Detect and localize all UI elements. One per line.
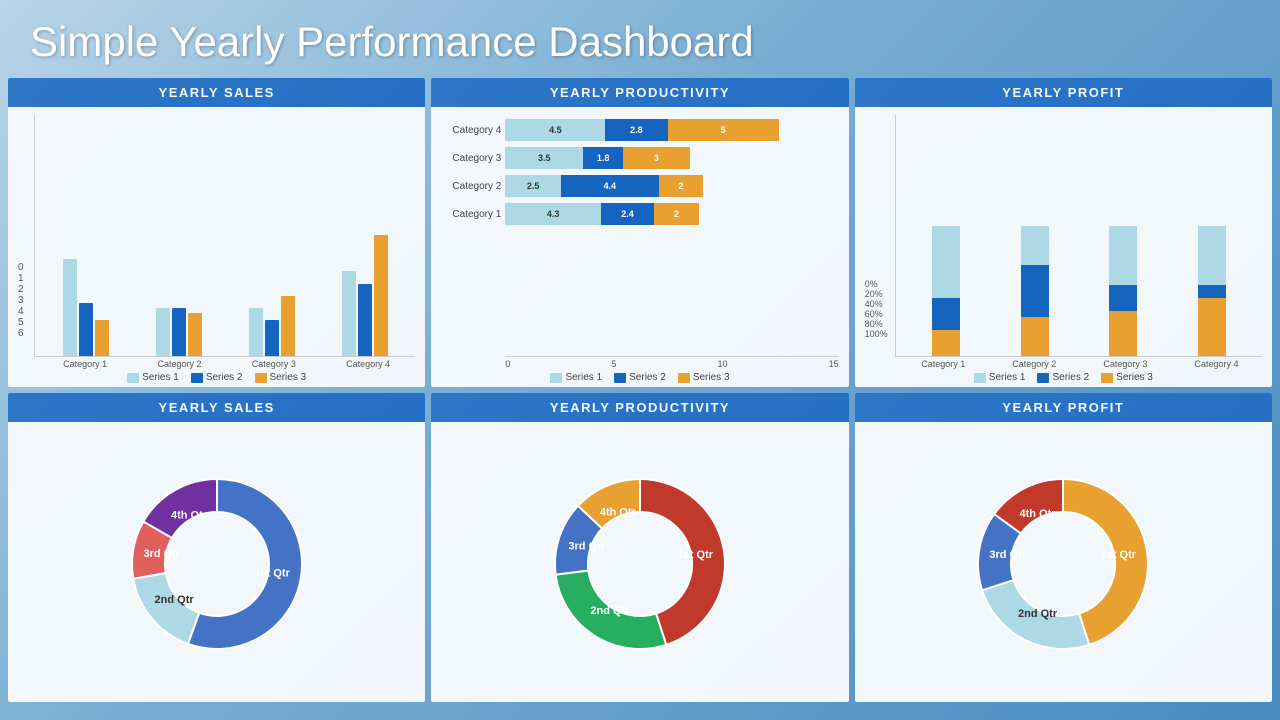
profit-seg-s2: [1021, 265, 1049, 317]
panel-header-productivity-donut: YEARLY PRODUCTIVITY: [431, 393, 848, 422]
bar-s3-cat2: [281, 296, 295, 356]
hbar-seg-hs2: 4.4: [561, 175, 659, 197]
panel-yearly-sales-bar: YEARLY SALES 6543210 Category 1 Category…: [8, 78, 425, 387]
profit-bars: [895, 115, 1262, 357]
hbar-seg-hs1: 4.5: [505, 119, 605, 141]
hbar-row-2: Category 22.54.42: [441, 175, 838, 197]
bar-group: [249, 296, 295, 356]
profit-bar-col-1: [1021, 226, 1049, 356]
donut-profit: 1st Qtr 2nd Qtr 3rd Qtr 4th Qtr: [953, 454, 1173, 674]
bar-s2-cat2: [265, 320, 279, 356]
profit-bar-col-3: [1198, 226, 1226, 356]
hbar-seg-hs3: 2: [659, 175, 703, 197]
svg-text:1st Qtr: 1st Qtr: [678, 549, 714, 561]
profit-seg-s2: [932, 298, 960, 331]
bar-s2-cat1: [172, 308, 186, 356]
hbar-seg-hs3: 2: [654, 203, 698, 225]
profit-seg-s1: [1021, 226, 1049, 265]
svg-text:1st Qtr: 1st Qtr: [1101, 549, 1137, 561]
svg-text:4th Qtr: 4th Qtr: [171, 509, 208, 521]
hbar-seg-hs1: 3.5: [505, 147, 583, 169]
hbar-seg-hs2: 2.8: [605, 119, 667, 141]
panel-header-profit-donut: YEARLY PROFIT: [855, 393, 1272, 422]
svg-text:3rd Qtr: 3rd Qtr: [143, 548, 180, 560]
panel-header-profit: YEARLY PROFIT: [855, 78, 1272, 107]
hbar-row-1: Category 33.51.83: [441, 147, 838, 169]
profit-bar-col-0: [932, 226, 960, 356]
panel-yearly-profit-donut: YEARLY PROFIT 1st Qtr 2nd Qtr 3rd Qtr 4th Q…: [855, 393, 1272, 702]
hbar-seg-hs3: 3: [623, 147, 690, 169]
bar-groups-sales: [34, 115, 415, 357]
y-axis-labels-sales: 6543210: [18, 262, 34, 357]
donut-area-productivity: 1st Qtr 2nd Qtr 3rd Qtr 4th Qtr: [441, 430, 838, 698]
profit-x-labels: Category 1 Category 2 Category 3 Categor…: [865, 359, 1262, 369]
profit-bar-col-2: [1109, 226, 1137, 356]
svg-text:2nd Qtr: 2nd Qtr: [1018, 608, 1058, 620]
panel-yearly-productivity-hbar: YEARLY PRODUCTIVITY Category 44.52.85Cat…: [431, 78, 848, 387]
panel-yearly-profit-stacked: YEARLY PROFIT 100%80%60%40%20%0% Categor…: [855, 78, 1272, 387]
svg-text:4th Qtr: 4th Qtr: [600, 507, 637, 519]
panel-header-yearly-sales: YEARLY SALES: [8, 78, 425, 107]
donut-sales: 1st Qtr 2nd Qtr 3rd Qtr 4th Qtr: [107, 454, 327, 674]
profit-seg-s3: [1109, 311, 1137, 357]
bar-group: [156, 308, 202, 356]
svg-text:3rd Qtr: 3rd Qtr: [568, 541, 605, 553]
donut-productivity: 1st Qtr 2nd Qtr 3rd Qtr 4th Qtr: [530, 454, 750, 674]
hbar-chart: Category 44.52.85Category 33.51.83Catego…: [441, 115, 838, 356]
hbar-row-3: Category 14.32.42: [441, 203, 838, 225]
dashboard-grid: YEARLY SALES 6543210 Category 1 Category…: [0, 78, 1280, 710]
panel-header-productivity: YEARLY PRODUCTIVITY: [431, 78, 848, 107]
hbar-x-axis: 051015: [505, 356, 838, 369]
svg-text:1st Qtr: 1st Qtr: [254, 568, 290, 580]
hbar-seg-hs3: 5: [668, 119, 779, 141]
profit-seg-s1: [932, 226, 960, 298]
svg-text:2nd Qtr: 2nd Qtr: [154, 594, 194, 606]
panel-header-sales-donut: YEARLY SALES: [8, 393, 425, 422]
hbar-row-0: Category 44.52.85: [441, 119, 838, 141]
profit-legend: Series 1 Series 2 Series 3: [865, 372, 1262, 383]
profit-y-labels: 100%80%60%40%20%0%: [865, 279, 895, 357]
profit-seg-s3: [1021, 317, 1049, 356]
profit-seg-s1: [1109, 226, 1137, 285]
profit-seg-s2: [1198, 285, 1226, 298]
svg-text:4th Qtr: 4th Qtr: [1020, 508, 1057, 520]
hbar-seg-hs2: 1.8: [583, 147, 623, 169]
panel-yearly-sales-donut: YEARLY SALES 1st Qtr 2nd Qtr 3rd Qtr 4th Qt…: [8, 393, 425, 702]
hbar-seg-hs2: 2.4: [601, 203, 654, 225]
bar-s3-cat1: [188, 313, 202, 357]
hbar-seg-hs1: 4.3: [505, 203, 601, 225]
bar-s1-cat1: [156, 308, 170, 356]
hbar-seg-hs1: 2.5: [505, 175, 561, 197]
hbar-legend: Series 1 Series 2 Series 3: [441, 372, 838, 383]
profit-seg-s2: [1109, 285, 1137, 311]
bar-group: [63, 259, 109, 356]
bar-s3-cat0: [95, 320, 109, 356]
profit-seg-s3: [1198, 298, 1226, 357]
svg-text:2nd Qtr: 2nd Qtr: [590, 605, 630, 617]
page-title: Simple Yearly Performance Dashboard: [0, 0, 1280, 78]
donut-area-sales: 1st Qtr 2nd Qtr 3rd Qtr 4th Qtr: [18, 430, 415, 698]
bar-s2-cat3: [358, 284, 372, 357]
profit-seg-s3: [932, 330, 960, 356]
profit-seg-s1: [1198, 226, 1226, 285]
panel-yearly-productivity-donut: YEARLY PRODUCTIVITY 1st Qtr 2nd Qtr 3rd Qt…: [431, 393, 848, 702]
bar-legend-sales: Series 1 Series 2 Series 3: [18, 372, 415, 383]
bar-s1-cat2: [249, 308, 263, 356]
bar-s1-cat3: [342, 271, 356, 356]
bar-s2-cat0: [79, 303, 93, 356]
bar-group: [342, 235, 388, 356]
bar-s1-cat0: [63, 259, 77, 356]
svg-text:3rd Qtr: 3rd Qtr: [990, 549, 1027, 561]
bar-s3-cat3: [374, 235, 388, 356]
donut-area-profit: 1st Qtr 2nd Qtr 3rd Qtr 4th Qtr: [865, 430, 1262, 698]
bar-x-labels-sales: Category 1 Category 2 Category 3 Categor…: [18, 359, 415, 369]
